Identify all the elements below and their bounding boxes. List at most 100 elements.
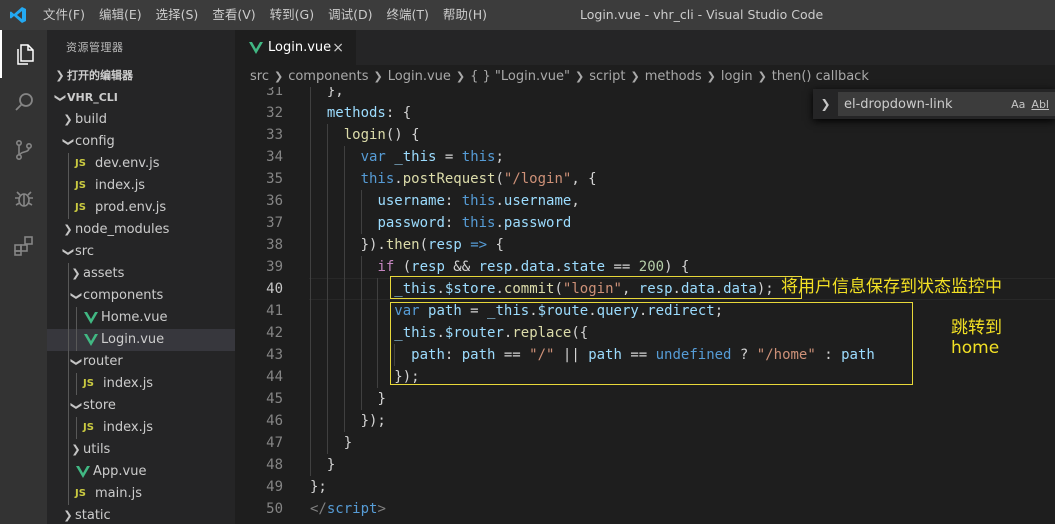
line-number: 36 [266, 193, 283, 209]
tree-file[interactable]: JS index.js [47, 373, 235, 395]
tree-file[interactable]: Login.vue [47, 329, 235, 351]
code-token: ( [394, 259, 412, 275]
chevron-right-icon: ❯ [630, 69, 640, 83]
tree-item-label: store [83, 398, 116, 413]
tree-folder[interactable]: ❯ router [47, 351, 235, 373]
project-header[interactable]: ❯ VHR_CLI [47, 87, 235, 109]
find-input[interactable]: el-dropdown-link Aa Abl [837, 92, 1055, 116]
tree-file[interactable]: JS index.js [47, 175, 235, 197]
tree-folder[interactable]: ❯ assets [47, 263, 235, 285]
breadcrumb-item[interactable]: then() callback [772, 69, 869, 84]
toggle-replace-chevron-icon[interactable]: ❯ [817, 97, 834, 111]
code-editor[interactable]: 31}, 32 methods: {33 login() {34 var _this =… [235, 87, 1055, 524]
tree-item-label: main.js [95, 486, 142, 501]
close-icon[interactable]: × [332, 40, 344, 56]
tree-file[interactable]: JS index.js [47, 417, 235, 439]
tree-folder[interactable]: ❯ static [47, 505, 235, 524]
code-token: $router [444, 325, 504, 341]
code-token: = [461, 303, 488, 319]
files-icon[interactable] [0, 30, 47, 78]
tree-item-label: dev.env.js [95, 156, 160, 171]
chevron-right-icon: ❯ [55, 69, 65, 82]
extensions-icon[interactable] [0, 222, 47, 270]
open-editors-label: 打开的编辑器 [67, 69, 133, 82]
chevron-right-icon: ❯ [63, 223, 73, 236]
menu-item[interactable]: 编辑(E) [92, 0, 149, 30]
code-text: this.postRequest("/login", { [361, 168, 597, 190]
code-text: }); [361, 410, 386, 432]
find-query: el-dropdown-link [843, 96, 953, 112]
code-line: 45} [235, 388, 1055, 410]
tree-folder[interactable]: ❯ config [47, 131, 235, 153]
tree-item-label: index.js [95, 178, 146, 193]
code-token: _this [394, 325, 437, 341]
tree-folder[interactable]: ❯ build [47, 109, 235, 131]
source-control-icon[interactable] [0, 126, 47, 174]
search-icon[interactable] [0, 78, 47, 126]
tree-file[interactable]: JS dev.env.js [47, 153, 235, 175]
tree-folder[interactable]: ❯ node_modules [47, 219, 235, 241]
chevron-right-icon: ❯ [575, 69, 585, 83]
breadcrumb-item[interactable]: components [288, 69, 368, 84]
code-text: var path = _this.$route.query.redirect; [394, 300, 723, 322]
indent-guide [310, 124, 311, 146]
indent-guide [360, 190, 362, 212]
tree-file[interactable]: Home.vue [47, 307, 235, 329]
match-case-toggle[interactable]: Aa [1011, 98, 1025, 111]
match-whole-word-toggle[interactable]: Abl [1031, 98, 1049, 111]
tree-folder[interactable]: ❯ store [47, 395, 235, 417]
breadcrumb-item[interactable]: { } "Login.vue" [470, 69, 570, 84]
indent-guide [343, 278, 345, 300]
tree-file[interactable]: App.vue [47, 461, 235, 483]
menu-item[interactable]: 查看(V) [205, 0, 262, 30]
breadcrumb-item[interactable]: login [721, 69, 753, 84]
menu-item[interactable]: 文件(F) [36, 0, 92, 30]
tab-login-vue[interactable]: Login.vue × [235, 30, 356, 65]
tree-folder[interactable]: ❯ utils [47, 439, 235, 461]
code-token: path [841, 347, 875, 363]
tree-folder[interactable]: ❯ components [47, 285, 235, 307]
code-text: } [377, 388, 385, 410]
line-number: 46 [266, 413, 283, 429]
indent-guide [326, 388, 328, 410]
code-token: undefined [655, 347, 732, 363]
code-line: 34 var _this = this; [235, 146, 1055, 168]
code-line: 38}).then(resp => { [235, 234, 1055, 256]
indent-guide [76, 417, 77, 439]
tree-folder[interactable]: ❯ src [47, 241, 235, 263]
debug-icon[interactable] [0, 174, 47, 222]
open-editors-header[interactable]: ❯ 打开的编辑器 [47, 65, 235, 87]
indent-guide [360, 366, 362, 388]
indent-guide [343, 190, 345, 212]
indent-guide [310, 410, 311, 432]
tree-file[interactable]: JS prod.env.js [47, 197, 235, 219]
line-number: 31 [266, 87, 283, 99]
code-token: path [411, 347, 445, 363]
code-token: , [571, 193, 580, 209]
code-line: 47} [235, 432, 1055, 454]
breadcrumb-item[interactable]: src [250, 69, 269, 84]
indent-guide [310, 388, 311, 410]
code-line: 46}); [235, 410, 1055, 432]
menu-item[interactable]: 调试(D) [321, 0, 379, 30]
code-token: , { [571, 171, 597, 187]
menu-item[interactable]: 选择(S) [149, 0, 206, 30]
tree-file[interactable]: JS main.js [47, 483, 235, 505]
code-token: ; [714, 303, 724, 319]
indent-guide [310, 344, 311, 366]
code-token: . [495, 281, 504, 297]
breadcrumb-item[interactable]: methods [645, 69, 702, 84]
menu-item[interactable]: 转到(G) [263, 0, 321, 30]
find-widget: ❯ el-dropdown-link Aa Abl [813, 89, 1055, 119]
breadcrumb-item[interactable]: script [589, 69, 625, 84]
tree-item-label: config [75, 134, 115, 149]
code-token: { [487, 237, 504, 253]
breadcrumb-item[interactable]: Login.vue [388, 69, 451, 84]
line-number: 50 [266, 501, 283, 517]
menu-item[interactable]: 终端(T) [379, 0, 435, 30]
code-line: 43 path: path == "/" || path == undefined… [235, 344, 1055, 366]
indent-guide [343, 322, 345, 344]
tree-item-label: build [75, 112, 107, 127]
code-text: </script> [310, 498, 386, 520]
menu-item[interactable]: 帮助(H) [436, 0, 494, 30]
